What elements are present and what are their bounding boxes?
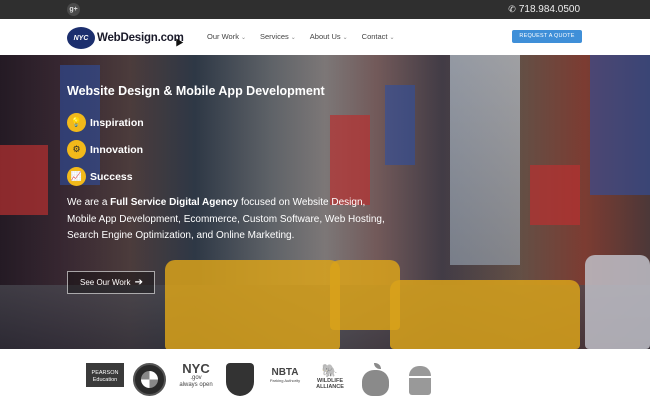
hero-banner: Website Design & Mobile App Development … [0,55,650,349]
bmw-roundel [141,371,158,388]
feature-label: Innovation [90,143,144,156]
wildlife-alliance-logo: 🐘 WILDLIFE ALLIANCE [311,363,349,390]
pearson-logo: PEARSON Education [86,363,124,387]
lightbulb-icon: 💡 [67,113,86,132]
main-nav: Our Work ⌄ Services ⌄ About Us ⌄ Contact ⌄ [207,32,409,41]
porsche-logo [226,363,254,396]
nav-our-work[interactable]: Our Work ⌄ [207,32,246,41]
logo-text: Parking Authority [269,378,301,383]
nyc-gov-logo: NYC .gov always open [176,361,216,389]
logo-text: .gov [190,375,202,381]
feature-label: Success [90,170,133,183]
logo-text: NYC [182,361,210,376]
arrow-right-icon: ➔ [134,277,143,288]
see-our-work-button[interactable]: See Our Work ➔ [67,271,155,294]
desc-highlight: Full Service Digital Agency [110,197,239,208]
hero-taxi [165,260,340,349]
chevron-down-icon: ⌄ [290,35,296,41]
bmw-logo [133,363,166,396]
hero-billboard [330,115,370,205]
apple-logo [360,363,390,397]
hero-billboard [385,85,415,165]
hero-taxi [390,280,580,349]
gear-icon: ⚙ [67,140,86,159]
hero-billboard [530,165,580,225]
android-logo [405,363,435,397]
nav-label: Services [259,32,289,41]
apple-body [361,370,389,396]
phone-icon: ✆ [508,4,516,14]
logo-text: PEARSON [91,369,119,376]
feature-inspiration: 💡 Inspiration [67,113,144,132]
top-bar: g+ ✆ 718.984.0500 [0,0,650,19]
hero-sky [450,55,520,265]
nav-services[interactable]: Services ⌄ [260,32,296,41]
nav-label: Contact [361,32,388,41]
nav-about-us[interactable]: About Us ⌄ [310,32,348,41]
client-logos: PEARSON Education NYC .gov always open N… [0,349,650,406]
nav-label: Our Work [207,32,239,41]
logo-text: Education [92,376,118,383]
chevron-down-icon: ⌄ [389,35,395,41]
android-body [409,377,431,395]
logo-text: NBTA [271,367,299,378]
chevron-down-icon: ⌄ [240,35,246,41]
phone-text: 718.984.0500 [518,4,580,15]
logo-text: always open [179,382,213,388]
nav-label: About Us [309,32,341,41]
chevron-down-icon: ⌄ [342,35,348,41]
desc-text: We are a [67,197,111,208]
android-head [409,365,431,376]
google-plus-icon[interactable]: g+ [67,3,80,16]
feature-success: 📈 Success [67,167,133,186]
hero-billboard [0,145,48,215]
apple-leaf [374,363,381,369]
elephant-icon: 🐘 [321,363,339,378]
hero-billboard [590,55,650,195]
chart-up-icon: 📈 [67,167,86,186]
nav-contact[interactable]: Contact ⌄ [362,32,395,41]
site-logo[interactable]: NYC WebDesign.com [67,25,184,51]
site-header: NYC WebDesign.com Our Work ⌄ Services ⌄ Ab… [0,19,650,55]
hero-truck [585,255,650,349]
cta-label: See Our Work [80,278,131,287]
hero-title: Website Design & Mobile App Development [67,84,325,98]
logo-badge: NYC [67,27,95,49]
feature-innovation: ⚙ Innovation [67,140,143,159]
logo-text: ALLIANCE [316,384,344,390]
feature-label: Inspiration [90,116,144,129]
hero-description: We are a Full Service Digital Agency foc… [67,195,397,245]
logo-text: WebDesign.com [97,32,184,44]
request-quote-button[interactable]: REQUEST A QUOTE [512,30,582,43]
phone-number[interactable]: ✆ 718.984.0500 [508,3,580,16]
nbta-logo: NBTA Parking Authority [266,367,304,383]
